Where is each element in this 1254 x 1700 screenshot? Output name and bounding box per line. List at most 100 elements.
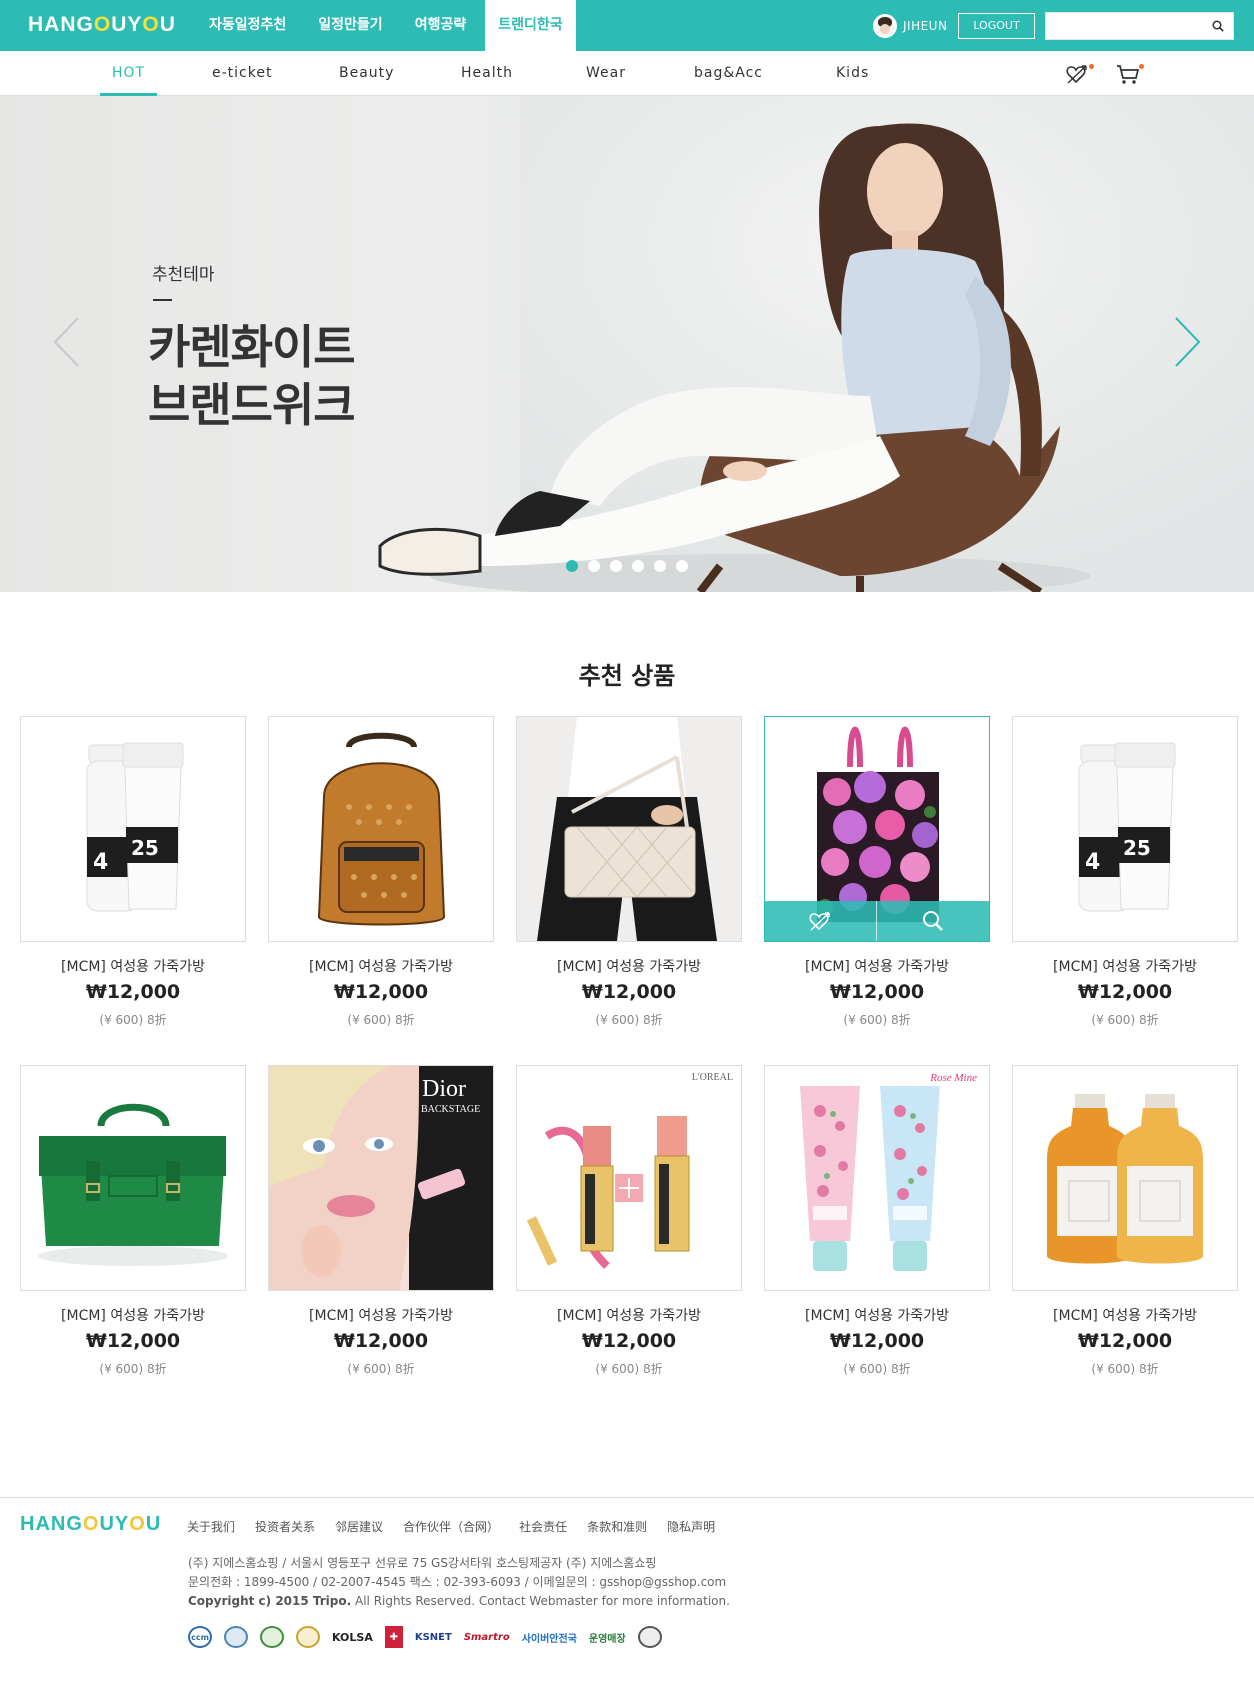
product-sub-price: (¥ 600) 8折 [843,1013,911,1027]
product-name[interactable]: [MCM] 여성용 가죽가방 [516,1305,742,1325]
seal-badge-3[interactable] [296,1626,320,1648]
product-price: ₩12,000 [581,1330,677,1352]
footer-link-about[interactable]: 关于我们 [187,1518,235,1535]
category-bag-acc[interactable]: bag&Acc [694,51,763,96]
cyber-safety-badge[interactable]: 사이버안전국 [522,1626,577,1648]
smartro-badge[interactable]: Smartro [464,1626,510,1648]
kolsa-badge[interactable]: KOLSA [332,1626,373,1648]
ccm-badge[interactable]: ccm [188,1626,212,1648]
product-sub-price: (¥ 600) 8折 [843,1362,911,1376]
product-image-shampoo[interactable]: 4 25 [1012,716,1238,942]
product-name[interactable]: [MCM] 여성용 가죽가방 [268,1305,494,1325]
category-health[interactable]: Health [461,51,513,96]
footer-address: (주) 지에스홈쇼핑 / 서울시 영등포구 선유로 75 GS강서타워 호스팅제… [188,1556,657,1570]
product-hover-actions [765,901,989,941]
product-image-shoulder-bag[interactable] [516,716,742,942]
category-eticket[interactable]: e-ticket [212,51,272,96]
main-nav: 자동일정추천 일정만들기 여행공략 트랜디한국 [196,0,582,51]
slide-dot-3[interactable] [610,560,622,572]
product-name[interactable]: [MCM] 여성용 가죽가방 [1012,956,1238,976]
footer-link-terms[interactable]: 条款和准则 [587,1518,647,1535]
cross-badge-icon[interactable]: ✚ [384,1626,403,1648]
footer-link-privacy[interactable]: 隐私声明 [667,1518,715,1535]
product-name[interactable]: [MCM] 여성용 가죽가방 [1012,1305,1238,1325]
operation-store-badge[interactable]: 운영매장 [589,1626,626,1648]
product-name[interactable]: [MCM] 여성용 가죽가방 [516,956,742,976]
nav-make-schedule[interactable]: 일정만들기 [305,0,395,51]
product-image-shampoo[interactable]: 4 25 [20,716,246,942]
footer-logo[interactable]: HANGOUYOU [20,1513,161,1536]
product-card[interactable]: [MCM] 여성용 가죽가방 ₩12,000 (¥ 600) 8折 [1012,1065,1238,1385]
hero-title: 카렌화이트 브랜드위크 [148,318,356,434]
slide-dot-6[interactable] [676,560,688,572]
slide-dot-5[interactable] [654,560,666,572]
hero-banner[interactable]: 추천테마 카렌화이트 브랜드위크 [0,96,1254,592]
category-hot[interactable]: HOT [100,51,158,96]
product-card[interactable]: Dior BACKSTAGE [MCM] 여성용 가죽가방 ₩12,000 (¥… [268,1065,494,1385]
footer: HANGOUYOU 关于我们 投资者关系 邻居建议 合作伙伴（合网） 社会责任 … [0,1497,1254,1700]
category-beauty[interactable]: Beauty [339,51,394,96]
product-card[interactable]: [MCM] 여성용 가죽가방 ₩12,000 (¥ 600) 8折 [516,716,742,1036]
product-name[interactable]: [MCM] 여성용 가죽가방 [20,1305,246,1325]
slide-dot-4[interactable] [632,560,644,572]
product-sub-price: (¥ 600) 8折 [1091,1362,1159,1376]
footer-link-responsibility[interactable]: 社会责任 [519,1518,567,1535]
product-sub-price: (¥ 600) 8折 [347,1362,415,1376]
product-card[interactable]: Rose Mine [MCM] 여성용 가죽가방 ₩12,000 (¥ 600)… [764,1065,990,1385]
product-card[interactable]: [MCM] 여성용 가죽가방 ₩12,000 (¥ 600) 8折 [20,1065,246,1385]
next-slide-arrow-icon[interactable] [1170,314,1204,370]
svg-text:4: 4 [93,850,108,875]
category-wear[interactable]: Wear [586,51,626,96]
nav-auto-schedule[interactable]: 자동일정추천 [196,0,299,51]
hero-title-line-2: 브랜드위크 [148,378,356,432]
prev-slide-arrow-icon[interactable] [50,314,84,370]
product-card-hovered[interactable]: [MCM] 여성용 가죽가방 ₩12,000 (¥ 600) 8折 [764,716,990,1036]
seal-badge-2[interactable] [260,1626,284,1648]
product-name[interactable]: [MCM] 여성용 가죽가방 [20,956,246,976]
product-card[interactable]: 4 25 [MCM] 여성용 가죽가방 ₩12,000 (¥ 600) 8折 [1012,716,1238,1036]
category-bar: HOT e-ticket Beauty Health Wear bag&Acc … [0,51,1254,96]
product-name[interactable]: [MCM] 여성용 가죽가방 [268,956,494,976]
product-image-tote-bag[interactable] [764,716,990,942]
wishlist-heart-icon[interactable] [765,901,877,941]
product-card[interactable]: 4 25 [MCM] 여성용 가죽가방 ₩12,000 (¥ 600) 8折 [20,716,246,1036]
svg-text:25: 25 [1123,836,1151,860]
user-info: JIHEUN [873,14,947,38]
product-image-juice-bottles[interactable] [1012,1065,1238,1291]
search-input[interactable] [1052,16,1202,36]
product-name[interactable]: [MCM] 여성용 가죽가방 [764,1305,990,1325]
certification-badges: ccm KOLSA ✚ KSNET Smartro 사이버안전국 운영매장 [188,1626,674,1648]
wishlist-badge-dot [1089,64,1094,69]
product-image-satchel[interactable] [20,1065,246,1291]
seal-badge-4[interactable] [637,1626,662,1648]
nav-travel-guide[interactable]: 여행공략 [402,0,480,51]
product-name[interactable]: [MCM] 여성용 가죽가방 [764,956,990,976]
zoom-icon[interactable] [877,901,989,941]
product-image-backpack[interactable] [268,716,494,942]
product-card[interactable]: [MCM] 여성용 가죽가방 ₩12,000 (¥ 600) 8折 [268,716,494,1036]
seal-badge-1[interactable] [224,1626,248,1648]
footer-link-partners[interactable]: 合作伙伴（合网） [403,1518,499,1535]
footer-link-suggestions[interactable]: 邻居建议 [335,1518,383,1535]
avatar[interactable] [873,14,897,38]
slide-dot-1[interactable] [566,560,578,572]
hero-label: 추천테마 [152,265,215,285]
footer-info: (주) 지에스홈쇼핑 / 서울시 영등포구 선유로 75 GS강서타워 호스팅제… [188,1554,730,1611]
category-kids[interactable]: Kids [836,51,869,96]
cart-icon[interactable] [1116,63,1144,85]
svg-text:4: 4 [1085,850,1100,875]
product-image-dior-ad[interactable]: Dior BACKSTAGE [268,1065,494,1291]
brand-logo[interactable]: HANGOUYOU [28,11,176,39]
slide-dot-2[interactable] [588,560,600,572]
logo-text-1: HANG [28,13,94,36]
footer-link-investors[interactable]: 投资者关系 [255,1518,315,1535]
nav-trendy-korea[interactable]: 트랜디한국 [485,0,576,51]
ksnet-badge[interactable]: KSNET [415,1626,452,1648]
product-card[interactable]: L'OREAL [MCM] 여성용 가죽가방 ₩12,000 (¥ 600) 8… [516,1065,742,1385]
product-image-lip-gloss[interactable]: L'OREAL [516,1065,742,1291]
wishlist-heart-icon[interactable] [1066,63,1094,85]
product-price: ₩12,000 [85,1330,181,1352]
search-icon[interactable] [1212,20,1224,32]
product-image-cream-tubes[interactable]: Rose Mine [764,1065,990,1291]
logout-button[interactable]: LOGOUT [958,13,1035,39]
